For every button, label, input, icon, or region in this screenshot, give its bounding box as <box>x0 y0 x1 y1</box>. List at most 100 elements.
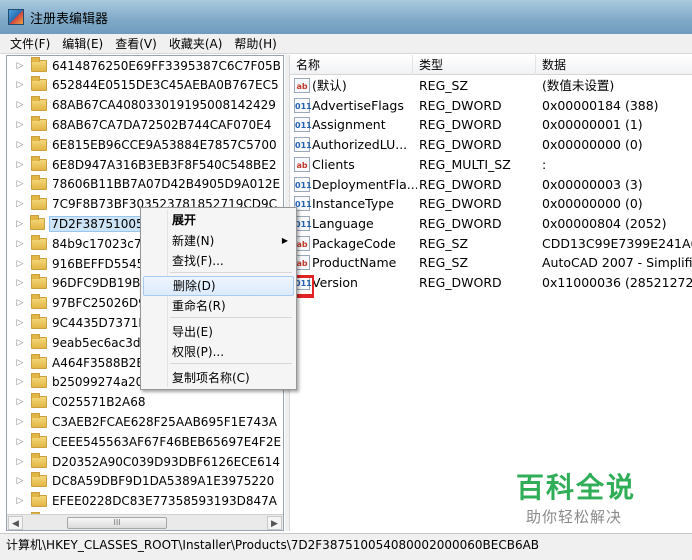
tree-item[interactable]: ▷ 68AB67CA7DA72502B744CAF070E4 <box>7 115 283 134</box>
menu-separator <box>170 317 292 318</box>
value-row[interactable]: ab PackageCode REG_SZ CDD13C99E7399E241A6B <box>290 234 692 253</box>
expand-arrow-icon[interactable]: ▷ <box>15 61 25 71</box>
expand-arrow-icon[interactable]: ▷ <box>15 219 24 229</box>
delete-menu-item[interactable]: 删除(D) <box>143 276 294 296</box>
find-menu-item[interactable]: 查找(F)... <box>143 251 294 271</box>
tree-item[interactable]: ▷ C3AEB2FCAE628F25AAB695F1E743A <box>7 412 283 431</box>
registry-values-list[interactable]: 名称 类型 数据 ab (默认) REG_SZ (数值未设置) 011 Advertise… <box>289 55 692 531</box>
tree-item[interactable]: ▷ 652844E0515DE3C45AEBA0B767EC5 <box>7 76 283 95</box>
value-row[interactable]: ab (默认) REG_SZ (数值未设置) <box>290 76 692 95</box>
tree-item[interactable]: ▷ D20352A90C039D93DBF6126ECE614 <box>7 452 283 471</box>
tree-item-label: 6414876250E69FF3395387C6C7F05B <box>52 58 281 73</box>
folder-icon <box>31 195 47 211</box>
column-type-header[interactable]: 类型 <box>413 55 536 75</box>
tree-item-label: 68AB67CA408033019195008142429 <box>52 98 276 113</box>
value-data: 0x00000000 (0) <box>542 196 643 212</box>
expand-arrow-icon[interactable]: ▷ <box>15 417 25 427</box>
expand-arrow-icon[interactable]: ▷ <box>15 120 25 130</box>
tree-item[interactable]: ▷ 6414876250E69FF3395387C6C7F05B <box>7 56 283 75</box>
watermark-title: 百科全说 <box>516 471 637 504</box>
expand-arrow-icon[interactable]: ▷ <box>15 179 25 189</box>
rename-menu-item[interactable]: 重命名(R) <box>143 296 294 316</box>
scrollbar-thumb[interactable]: III <box>67 517 167 529</box>
expand-arrow-icon[interactable]: ▷ <box>15 377 25 387</box>
folder-icon <box>31 56 47 72</box>
folder-icon <box>31 274 47 290</box>
value-type: REG_DWORD <box>419 215 502 231</box>
expand-arrow-icon[interactable]: ▷ <box>15 259 25 269</box>
expand-arrow-icon[interactable]: ▷ <box>15 397 25 407</box>
tree-item[interactable]: ▷ 78606B11BB7A07D42B4905D9A012E <box>7 175 283 194</box>
expand-arrow-icon[interactable]: ▷ <box>15 239 25 249</box>
value-type: REG_SZ <box>419 255 469 271</box>
value-name: DeploymentFla... <box>312 176 417 192</box>
expand-arrow-icon[interactable]: ▷ <box>15 358 25 368</box>
expand-arrow-icon[interactable]: ▷ <box>15 476 25 486</box>
value-type: REG_DWORD <box>419 196 502 212</box>
menu-favorites[interactable]: 收藏夹(A) <box>163 34 229 54</box>
menu-item-label: 查找(F)... <box>172 254 224 268</box>
expand-arrow-icon[interactable]: ▷ <box>15 437 25 447</box>
tree-item[interactable]: ▷ DC8A59DBF9D1DA5389A1E3975220 <box>7 472 283 491</box>
expand-arrow-icon[interactable]: ▷ <box>15 338 25 348</box>
menu-help[interactable]: 帮助(H) <box>228 34 282 54</box>
tree-item[interactable]: ▷ C025571B2A68 <box>7 393 283 412</box>
menu-item-label: 复制项名称(C) <box>172 371 250 385</box>
value-row[interactable]: 011 Assignment REG_DWORD 0x00000001 (1) <box>290 115 692 134</box>
value-name: Language <box>312 215 374 231</box>
value-row[interactable]: 011 AuthorizedLU... REG_DWORD 0x00000000 (0… <box>290 135 692 154</box>
tree-horizontal-scrollbar[interactable]: ◀ III ▶ <box>7 514 283 530</box>
value-name: InstanceType <box>312 196 394 212</box>
value-type: REG_DWORD <box>419 275 502 290</box>
tree-item-label: 78606B11BB7A07D42B4905D9A012E <box>52 177 281 192</box>
expand-arrow-icon[interactable]: ▷ <box>15 278 25 288</box>
expand-arrow-icon[interactable]: ▷ <box>15 318 25 328</box>
folder-icon <box>31 155 47 171</box>
tree-item[interactable]: ▷ 68AB67CA408033019195008142429 <box>7 96 283 115</box>
menu-file[interactable]: 文件(F) <box>4 34 56 54</box>
tree-item[interactable]: ▷ EFEE0228DC83E77358593193D847A <box>7 492 283 511</box>
scroll-left-arrow-icon[interactable]: ◀ <box>8 516 23 530</box>
value-row[interactable]: ab Clients REG_MULTI_SZ: <box>290 155 692 174</box>
expand-arrow-icon[interactable]: ▷ <box>15 100 25 110</box>
value-row[interactable]: 011 Language REG_DWORD 0x00000804 (2052) <box>290 214 692 233</box>
expand-menu-item[interactable]: 展开 <box>143 210 294 230</box>
value-name: AuthorizedLU... <box>312 137 408 153</box>
folder-icon <box>31 234 47 250</box>
expand-arrow-icon[interactable]: ▷ <box>15 140 25 150</box>
menu-item-label: 新建(N) <box>172 234 215 248</box>
copy-key-name-menu-item[interactable]: 复制项名称(C) <box>143 368 294 388</box>
expand-arrow-icon[interactable]: ▷ <box>15 80 25 90</box>
value-row[interactable]: 011 Version REG_DWORD 0x11000036 (285212726… <box>290 273 692 292</box>
export-menu-item[interactable]: 导出(E) <box>143 322 294 342</box>
folder-icon <box>30 214 46 230</box>
value-row[interactable]: ab ProductName REG_SZ AutoCAD 2007 - Simpli… <box>290 253 692 272</box>
column-data-header[interactable]: 数据 <box>536 55 692 75</box>
value-data: 0x00000003 (3) <box>542 176 643 192</box>
expand-arrow-icon[interactable]: ▷ <box>15 496 25 506</box>
folder-icon <box>31 373 47 389</box>
expand-arrow-icon[interactable]: ▷ <box>15 160 25 170</box>
value-data: : <box>542 156 547 172</box>
dword-value-icon: 011 <box>294 97 312 113</box>
tree-item[interactable]: ▷ 6E8D947A316B3EB3F8F540C548BE2 <box>7 155 283 174</box>
expand-arrow-icon[interactable]: ▷ <box>15 457 25 467</box>
tree-item-label: A464F3588B2BE <box>52 355 153 370</box>
folder-icon <box>31 313 47 329</box>
menu-edit[interactable]: 编辑(E) <box>56 34 109 54</box>
value-row[interactable]: 011 DeploymentFla... REG_DWORD 0x00000003 (… <box>290 175 692 194</box>
value-row[interactable]: 011 AdvertiseFlags REG_DWORD 0x00000184 (38… <box>290 96 692 115</box>
value-row[interactable]: 011 InstanceType REG_DWORD 0x00000000 (0) <box>290 194 692 213</box>
tree-item[interactable]: ▷ 6E815EB96CCE9A53884E7857C5700 <box>7 135 283 154</box>
dword-value-icon: 011 <box>294 176 312 192</box>
column-name-header[interactable]: 名称 <box>290 55 413 75</box>
tree-item[interactable]: ▷ CEEE545563AF67F46BEB65697E4F2E <box>7 432 283 451</box>
permissions-menu-item[interactable]: 权限(P)... <box>143 342 294 362</box>
expand-arrow-icon[interactable]: ▷ <box>15 199 25 209</box>
menu-view[interactable]: 查看(V) <box>109 34 163 54</box>
scroll-right-arrow-icon[interactable]: ▶ <box>267 516 282 530</box>
tree-item-label: 652844E0515DE3C45AEBA0B767EC5 <box>52 78 279 93</box>
tree-item-label: 9eab5ec6ac3d9 <box>52 335 149 350</box>
new-menu-item[interactable]: 新建(N) ▶ <box>143 231 294 251</box>
expand-arrow-icon[interactable]: ▷ <box>15 298 25 308</box>
